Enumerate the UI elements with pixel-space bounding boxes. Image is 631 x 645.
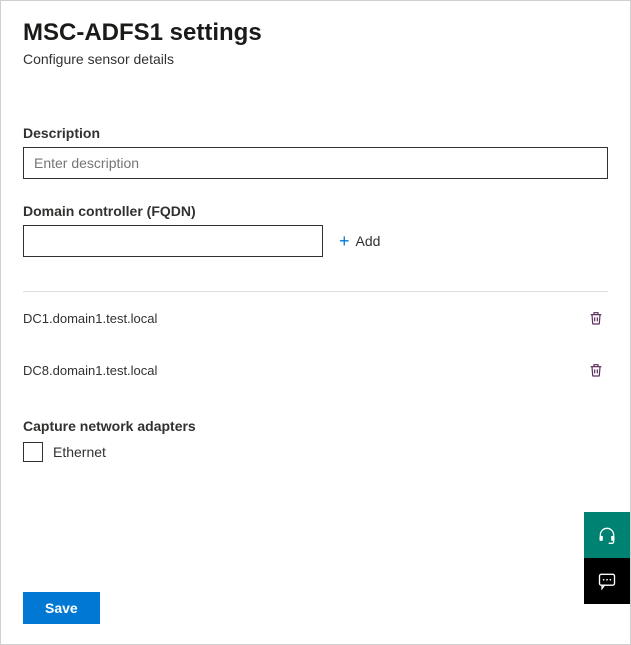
adapter-label: Ethernet: [53, 444, 106, 460]
description-label: Description: [23, 125, 608, 141]
delete-button[interactable]: [584, 306, 608, 330]
plus-icon: +: [339, 232, 350, 250]
headset-icon: [597, 525, 617, 545]
page-title: MSC-ADFS1 settings: [23, 19, 608, 47]
adapter-row: Ethernet: [23, 442, 608, 462]
domain-controller-name: DC1.domain1.test.local: [23, 311, 157, 326]
delete-button[interactable]: [584, 358, 608, 382]
domain-controller-row: DC1.domain1.test.local: [23, 292, 608, 344]
help-button[interactable]: [584, 512, 630, 558]
fqdn-label: Domain controller (FQDN): [23, 203, 608, 219]
feedback-button[interactable]: [584, 558, 630, 604]
add-button-label: Add: [356, 233, 381, 249]
floating-actions: [584, 512, 630, 604]
settings-panel: MSC-ADFS1 settings Configure sensor deta…: [0, 0, 631, 645]
fqdn-input[interactable]: [23, 225, 323, 257]
description-input[interactable]: [23, 147, 608, 179]
adapters-label: Capture network adapters: [23, 418, 608, 434]
chat-icon: [597, 571, 617, 591]
domain-controller-row: DC8.domain1.test.local: [23, 344, 608, 396]
domain-controller-name: DC8.domain1.test.local: [23, 363, 157, 378]
page-subtitle: Configure sensor details: [23, 51, 608, 67]
trash-icon: [588, 310, 604, 326]
trash-icon: [588, 362, 604, 378]
add-button[interactable]: + Add: [333, 228, 386, 254]
save-button[interactable]: Save: [23, 592, 100, 624]
adapter-checkbox[interactable]: [23, 442, 43, 462]
domain-controller-list: DC1.domain1.test.local DC8.domain1.test.l…: [23, 292, 608, 396]
fqdn-field: Domain controller (FQDN) + Add: [23, 203, 608, 257]
adapters-list: Ethernet: [23, 442, 608, 462]
description-field: Description: [23, 125, 608, 179]
